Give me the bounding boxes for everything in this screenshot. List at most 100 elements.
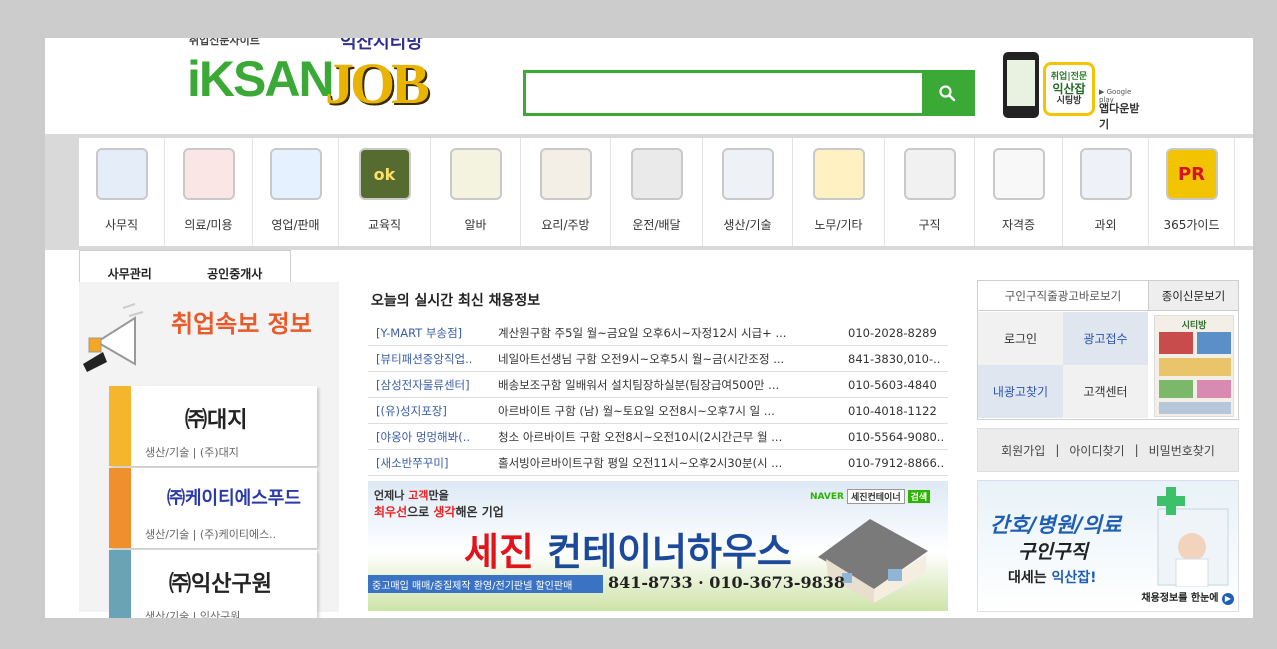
nav-item[interactable]: 운전/배달 bbox=[611, 138, 703, 246]
job-row[interactable]: [새소반쭈꾸미] 홀서빙아르바이트구함 평일 오전11시~오후2시30분(시 ..… bbox=[368, 450, 948, 476]
news-card-name: ㈜케이티에스푸드 bbox=[167, 488, 301, 509]
signup-link[interactable]: 회원가입 bbox=[1001, 442, 1045, 459]
category-nav: 사무직 의료/미용 영업/판매 ok 교육직 알바 요리/주방 운전/배달 생산/기술 노무/기타… bbox=[79, 138, 1253, 246]
job-company[interactable]: [삼성전자물류센터] bbox=[368, 377, 498, 393]
news-box: 취업속보 정보 ㈜대지 생산/기술 | (주)대지 ㈜케이티에스푸드 생산/기술… bbox=[79, 282, 339, 618]
nav-item-label: 생산/기술 bbox=[723, 218, 772, 232]
logo-iksan-text: iKSAN bbox=[187, 51, 335, 107]
tab-classified-ads[interactable]: 구인구직줄광고바로보기 bbox=[978, 281, 1148, 310]
nav-item-label: 영업/판매 bbox=[271, 218, 320, 232]
alarm-clock-icon bbox=[449, 148, 502, 200]
job-phone: 841-3830,010-.. bbox=[848, 351, 941, 366]
separator: | bbox=[1055, 443, 1060, 457]
job-row[interactable]: [삼성전자물류센터] 배송보조구함 일배워서 설치팀장하실분(팀장급여500만 .… bbox=[368, 372, 948, 398]
job-title[interactable]: 배송보조구함 일배워서 설치팀장하실분(팀장급여500만 ... bbox=[498, 377, 848, 393]
nav-item[interactable]: 노무/기타 bbox=[793, 138, 885, 246]
tools-icon bbox=[721, 148, 774, 200]
sub-item-realtor[interactable]: 공인중개사 bbox=[207, 265, 262, 282]
tab-paper-newspaper[interactable]: 종이신문보기 bbox=[1148, 281, 1238, 310]
medical-clipboard-icon bbox=[182, 148, 235, 200]
nav-item[interactable]: 구직 bbox=[885, 138, 975, 246]
nav-item-label: 알바 bbox=[464, 218, 487, 232]
page-frame: 취업신문사이트 익산시티방 iKSAN JOB 취업|전문 익산잡 시팅방 ▶ … bbox=[45, 38, 1253, 618]
nav-item-label: 365가이드 bbox=[1163, 218, 1220, 232]
live-jobs-title: 오늘의 실시간 최신 채용정보 bbox=[371, 293, 541, 309]
banner-company-name: 세진 컨테이너하우스 bbox=[464, 530, 792, 574]
news-card-iksan[interactable]: ㈜익산구원 생산/기술 | 익산구원 bbox=[109, 550, 317, 618]
job-phone: 010-2028-8289 bbox=[848, 325, 937, 340]
job-company[interactable]: [야옹아 멍멍해봐(.. bbox=[368, 429, 498, 445]
nav-item[interactable]: 요리/주방 bbox=[521, 138, 611, 246]
nav-item[interactable]: 사무직 bbox=[79, 138, 165, 246]
app-download-label: 앱다운받기 bbox=[1099, 102, 1140, 131]
login-link[interactable]: 로그인 bbox=[978, 312, 1063, 365]
job-title[interactable]: 청소 아르바이트 구함 오전8시~오전10시(2시간근무 월 ... bbox=[498, 429, 848, 445]
nav-item[interactable]: 영업/판매 bbox=[253, 138, 339, 246]
job-phone: 010-5564-9080.. bbox=[848, 429, 945, 444]
job-company[interactable]: [Y-MART 부송점] bbox=[368, 325, 498, 341]
nav-item[interactable]: ok 교육직 bbox=[339, 138, 431, 246]
monitor-chart-icon bbox=[95, 148, 148, 200]
search-box bbox=[523, 70, 975, 116]
rbanner-line3: 대세는 익산잡! bbox=[1008, 570, 1097, 586]
sub-item-office[interactable]: 사무관리 bbox=[108, 265, 152, 282]
job-title[interactable]: 네일아트선생님 구함 오전9시~오후5시 월~금(시간조정 ... bbox=[498, 351, 848, 367]
search-input[interactable] bbox=[526, 73, 922, 113]
separator: | bbox=[1134, 443, 1139, 457]
search-button[interactable] bbox=[922, 73, 972, 113]
my-ads-link[interactable]: 내광고찾기 bbox=[978, 365, 1063, 418]
news-card-name: ㈜대지 bbox=[185, 408, 248, 433]
job-company[interactable]: [(유)성지포장] bbox=[368, 403, 498, 419]
medical-jobs-banner[interactable]: 간호/병원/의료 구인구직 대세는 익산잡! 채용정보를 한눈에 ▶ bbox=[977, 480, 1239, 612]
news-card-name: ㈜익산구원 bbox=[169, 572, 272, 597]
job-company[interactable]: [뷰티패션중앙직업.. bbox=[368, 351, 498, 367]
certificate-icon bbox=[992, 148, 1045, 200]
news-card-kts[interactable]: ㈜케이티에스푸드 생산/기술 | (주)케이티에스.. bbox=[109, 468, 317, 548]
tutor-icon bbox=[1079, 148, 1132, 200]
nav-item[interactable]: 의료/미용 bbox=[165, 138, 253, 246]
rbanner-line2: 구인구직 bbox=[1018, 541, 1088, 563]
nav-item[interactable]: PR 365가이드 bbox=[1149, 138, 1235, 246]
tire-icon bbox=[630, 148, 683, 200]
banner-slogan-2: 최우선으로 생각해온 기업 bbox=[374, 505, 504, 519]
nav-item[interactable]: 생산/기술 bbox=[703, 138, 793, 246]
job-row[interactable]: [(유)성지포장] 아르바이트 구함 (남) 월~토요일 오전8시~오후7시 일 … bbox=[368, 398, 948, 424]
customer-center-link[interactable]: 고객센터 bbox=[1063, 365, 1148, 418]
naver-search-tag: NAVER 세진컨테이너 검색 bbox=[810, 489, 931, 504]
nav-item[interactable]: 과외 bbox=[1063, 138, 1149, 246]
container-house-banner[interactable]: 언제나 고객만을 최우선으로 생각해온 기업 NAVER 세진컨테이너 검색 세… bbox=[368, 481, 948, 611]
news-title: 취업속보 정보 bbox=[171, 310, 312, 338]
find-password-link[interactable]: 비밀번호찾기 bbox=[1149, 442, 1215, 459]
find-id-link[interactable]: 아이디찾기 bbox=[1069, 442, 1124, 459]
banner-phones: 841-8733 · 010-3673-9838 bbox=[608, 573, 846, 592]
app-logo: 취업|전문 익산잡 시팅방 bbox=[1043, 62, 1095, 116]
quick-panel: 구인구직줄광고바로보기 종이신문보기 로그인 광고접수 내광고찾기 고객센터 시… bbox=[977, 280, 1239, 420]
nav-item-label: 사무직 bbox=[104, 218, 139, 232]
sales-growth-icon bbox=[269, 148, 322, 200]
ad-submit-link[interactable]: 광고접수 bbox=[1063, 312, 1148, 365]
newspaper-thumbnail[interactable]: 시티방 bbox=[1154, 315, 1234, 417]
nav-item[interactable]: 알바 bbox=[431, 138, 521, 246]
nav-item-label: 의료/미용 bbox=[184, 218, 233, 232]
search-icon bbox=[939, 85, 956, 102]
fork-spoon-icon bbox=[539, 148, 592, 200]
job-title[interactable]: 홀서빙아르바이트구함 평일 오전11시~오후2시30분(시 ... bbox=[498, 455, 848, 471]
news-card-daeji[interactable]: ㈜대지 생산/기술 | (주)대지 bbox=[109, 386, 317, 466]
rbanner-footer: 채용정보를 한눈에 ▶ bbox=[1141, 589, 1234, 605]
job-row[interactable]: [Y-MART 부송점] 계산원구함 주5일 월~금요일 오후6시~자정12시 시… bbox=[368, 320, 948, 346]
job-title[interactable]: 아르바이트 구함 (남) 월~토요일 오전8시~오후7시 일 ... bbox=[498, 403, 848, 419]
arrow-right-icon: ▶ bbox=[1222, 593, 1234, 605]
logo-tagline: 취업신문사이트 bbox=[189, 38, 260, 47]
quick-links-grid: 로그인 광고접수 내광고찾기 고객센터 bbox=[978, 312, 1148, 419]
nav-item-label: 요리/주방 bbox=[541, 218, 590, 232]
logo-job-text: JOB bbox=[325, 51, 430, 116]
site-logo[interactable]: 취업신문사이트 익산시티방 iKSAN JOB bbox=[185, 38, 470, 124]
job-row[interactable]: [야옹아 멍멍해봐(.. 청소 아르바이트 구함 오전8시~오전10시(2시간근무… bbox=[368, 424, 948, 450]
app-download[interactable]: 취업|전문 익산잡 시팅방 ▶ Google play 앱다운받기 bbox=[1003, 52, 1143, 131]
job-row[interactable]: [뷰티패션중앙직업.. 네일아트선생님 구함 오전9시~오후5시 월~금(시간조정… bbox=[368, 346, 948, 372]
nav-item[interactable]: 자격증 bbox=[975, 138, 1063, 246]
banner-slogan-1: 언제나 고객만을 bbox=[374, 489, 449, 502]
job-company[interactable]: [새소반쭈꾸미] bbox=[368, 455, 498, 471]
job-title[interactable]: 계산원구함 주5일 월~금요일 오후6시~자정12시 시급+ ... bbox=[498, 325, 848, 341]
job-phone: 010-5603-4840 bbox=[848, 377, 937, 392]
